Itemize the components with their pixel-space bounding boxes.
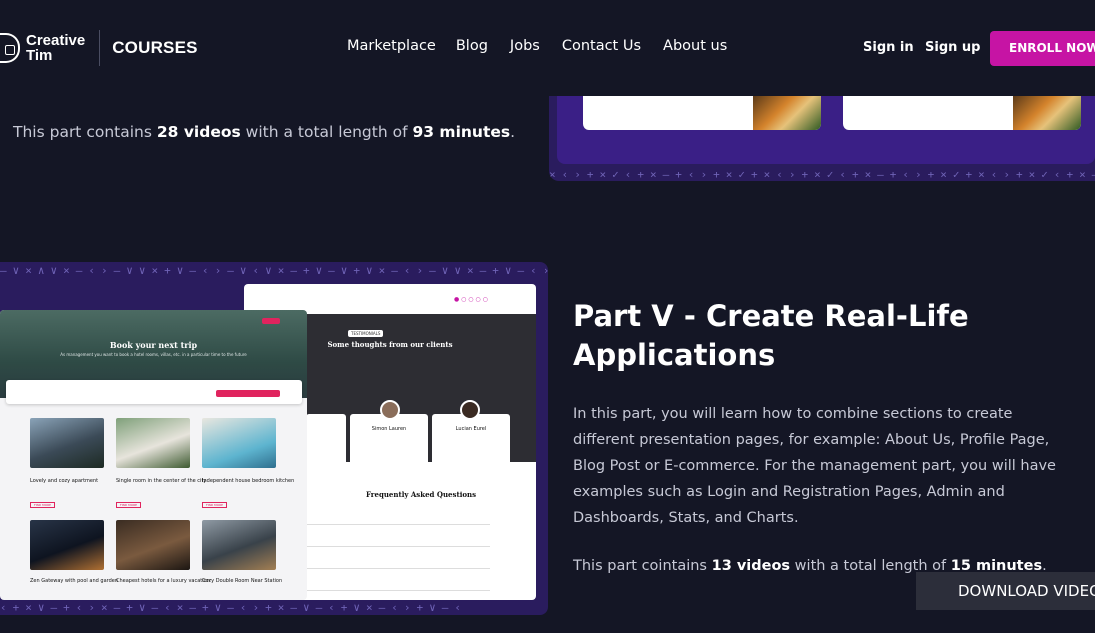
decorative-symbol-row: ×‹›+×✓‹+×–+‹›+×✓+×‹›+×✓‹+×–+‹›+×✓+×‹›+×✓… [549, 168, 1095, 181]
sign-up-link[interactable]: Sign up [925, 40, 980, 55]
booking-page-screenshot: Book your next trip As management you wa… [0, 310, 307, 600]
part4-preview-panel [557, 96, 1095, 164]
faq-title: Frequently Asked Questions [365, 490, 477, 499]
testimonials-badge: TESTIMONIALS [348, 330, 384, 337]
testimonial-card: Simon Lauren [350, 414, 428, 470]
part4-meta: This part contains 28 videos with a tota… [13, 123, 515, 141]
part5-title: Part V - Create Real-Life Applications [573, 299, 969, 372]
part4-meta-mid: with a total length of [240, 123, 413, 141]
search-button [216, 390, 280, 397]
listing-title: Independent house bedroom kitchen [202, 478, 295, 484]
listing-image [30, 418, 104, 468]
listing-image [30, 520, 104, 570]
part4-meta-prefix: This part contains [13, 123, 157, 141]
listing-title: Lovely and cozy apartment [30, 478, 99, 484]
avatar [460, 400, 480, 420]
nav-link-blog[interactable]: Blog [456, 38, 488, 54]
faq-divider [306, 524, 490, 525]
part5-meta-prefix: This part cointains [573, 558, 712, 574]
decorative-symbol-row: –∨×∧∨×–‹›–∨∨×+∨–‹›–∨‹∨×–+∨–∨+∨×–‹›–∨∨×–+… [0, 264, 548, 277]
listing-more-button: FIND MORE [202, 502, 228, 508]
nav-link-contact[interactable]: Contact Us [562, 38, 641, 54]
pagination-dots: ● ○ ○ ○ ○ [454, 296, 488, 303]
sign-in-link[interactable]: Sign in [863, 40, 914, 55]
decorative-symbol-row: ‹+×∨–+‹›×–+∨–‹×–+∨–‹›+×–∨–‹+∨×–‹›+∨–‹ [0, 601, 468, 614]
testimonial-card [306, 414, 346, 470]
hero-subtitle: As management you want to book a hotel r… [60, 352, 247, 357]
listing-image [116, 418, 190, 468]
download-video-button[interactable]: DOWNLOAD VIDEO [916, 572, 1095, 610]
listing-more-button: FIND MORE [116, 502, 142, 508]
listing-title: Cozy Double Room Near Station [202, 578, 283, 584]
creative-tim-logo-icon [0, 33, 20, 63]
part4-meta-suffix: . [510, 123, 516, 141]
enroll-now-button[interactable]: ENROLL NOW [990, 31, 1095, 66]
faq-divider [306, 590, 490, 591]
listing-image [116, 520, 190, 570]
part5-video-count: 13 videos [711, 558, 791, 574]
avatar [380, 400, 400, 420]
listing-title: Zen Gateway with pool and garden [30, 578, 119, 584]
brand-logo[interactable]: Creative Tim COURSES [0, 28, 198, 68]
listing-image [202, 520, 276, 570]
listing-title: Cheapest hotels for a luxury vacation [116, 578, 210, 584]
part4-total-length: 93 minutes [412, 123, 511, 141]
nav-link-marketplace[interactable]: Marketplace [347, 38, 436, 54]
faq-divider [306, 546, 490, 547]
brand-line-1: Creative [26, 32, 86, 49]
nav-link-jobs[interactable]: Jobs [510, 38, 540, 54]
hero-cta [262, 318, 280, 324]
food-image [753, 96, 821, 130]
preview-card [583, 96, 821, 130]
brand-line-2: Tim [26, 47, 53, 64]
brand-divider [99, 30, 101, 66]
nav-links: Marketplace Blog Jobs Contact Us About u… [347, 38, 749, 54]
navbar: Creative Tim COURSES Marketplace Blog Jo… [0, 0, 1095, 96]
hero-title: Book your next trip [109, 340, 198, 350]
listing-title: Single room in the center of the city [116, 478, 207, 484]
testimonial-name: Lucian Eurel [455, 426, 487, 432]
testimonial-name: Simon Lauren [371, 426, 407, 432]
faq-divider [306, 568, 490, 569]
part4-video-count: 28 videos [156, 123, 241, 141]
search-bar [6, 380, 302, 404]
nav-link-about[interactable]: About us [663, 38, 727, 54]
food-image [1013, 96, 1081, 130]
listing-more-button: FIND MORE [30, 502, 56, 508]
testimonial-card: Lucian Eurel [432, 414, 510, 470]
listing-image [202, 418, 276, 468]
brand-name: Creative Tim [26, 33, 85, 63]
part5-description: In this part, you will learn how to comb… [573, 406, 1056, 526]
preview-card [843, 96, 1081, 130]
part5-preview-banner: –∨×∧∨×–‹›–∨∨×+∨–‹›–∨‹∨×–+∨–∨+∨×–‹›–∨∨×–+… [0, 262, 548, 615]
part4-preview-banner: ×‹›+×✓‹+×–+‹›+×✓+×‹›+×✓‹+×–+‹›+×✓+×‹›+×✓… [549, 96, 1095, 181]
brand-courses-label: COURSES [112, 38, 198, 57]
